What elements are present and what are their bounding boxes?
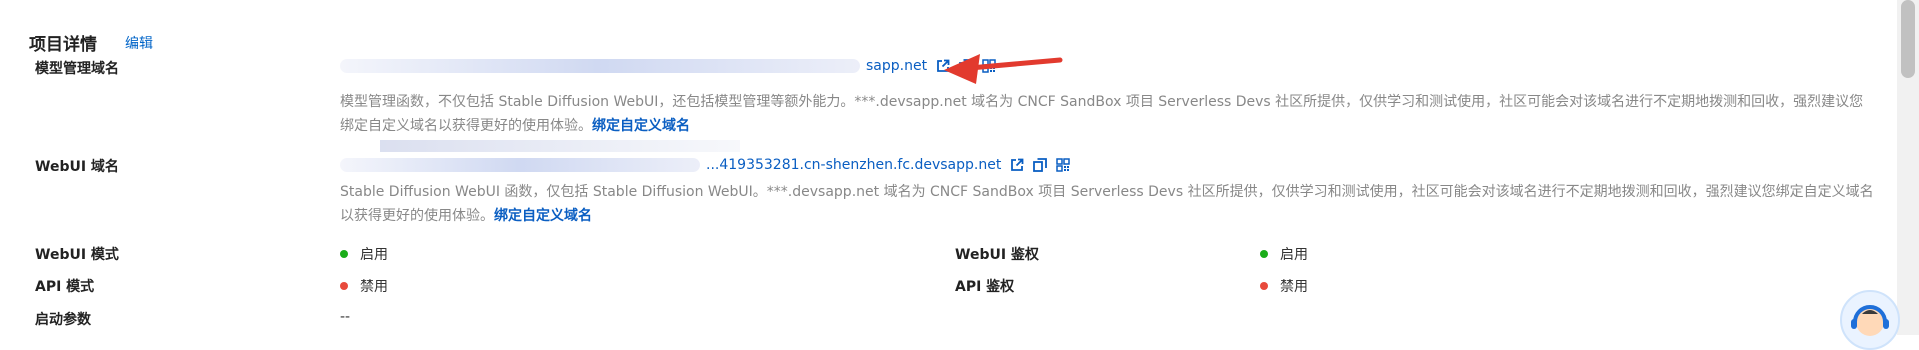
startup-args-value: --: [340, 309, 351, 325]
status-dot: [1260, 282, 1268, 290]
startup-args-label: 启动参数: [35, 312, 91, 328]
model-domain-row: sapp.net: [340, 55, 996, 77]
customer-service-avatar-icon[interactable]: [1840, 290, 1900, 350]
webui-domain-label: WebUI 域名: [35, 159, 119, 175]
status-dot: [340, 250, 348, 258]
status-dot: [1260, 250, 1268, 258]
bind-custom-domain-link[interactable]: 绑定自定义域名: [592, 118, 690, 134]
api-mode-status: 禁用: [340, 276, 388, 296]
webui-auth-label: WebUI 鉴权: [955, 247, 1039, 263]
api-mode-value: 禁用: [360, 279, 388, 295]
redacted-domain: [340, 59, 860, 73]
webui-domain-link[interactable]: ...419353281.cn-shenzhen.fc.devsapp.net: [706, 157, 1001, 173]
scrollbar-thumb[interactable]: [1901, 0, 1915, 78]
webui-auth-status: 启用: [1260, 244, 1308, 264]
edit-link[interactable]: 编辑: [125, 33, 153, 53]
model-domain-link[interactable]: sapp.net: [866, 58, 927, 74]
webui-auth-value: 启用: [1280, 247, 1308, 263]
model-domain-description-text: 模型管理函数，不仅包括 Stable Diffusion WebUI，还包括模型…: [340, 94, 1864, 134]
red-arrow-annotation: [944, 54, 1063, 84]
redacted-domain: [340, 158, 700, 172]
model-domain-label: 模型管理域名: [35, 61, 119, 77]
qr-code-icon[interactable]: [1056, 158, 1071, 172]
webui-mode-value: 启用: [360, 247, 388, 263]
webui-mode-label: WebUI 模式: [35, 247, 119, 263]
bind-custom-domain-link[interactable]: 绑定自定义域名: [494, 208, 592, 224]
page-title: 项目详情: [29, 35, 97, 55]
model-domain-description: 模型管理函数，不仅包括 Stable Diffusion WebUI，还包括模型…: [340, 90, 1870, 138]
vertical-scrollbar[interactable]: [1897, 0, 1919, 335]
api-mode-label: API 模式: [35, 279, 95, 295]
api-auth-value: 禁用: [1280, 279, 1308, 295]
status-dot: [340, 282, 348, 290]
webui-domain-description: Stable Diffusion WebUI 函数，仅包括 Stable Dif…: [340, 180, 1880, 228]
external-link-icon[interactable]: [1010, 158, 1024, 172]
api-auth-status: 禁用: [1260, 276, 1308, 296]
webui-domain-row: ...419353281.cn-shenzhen.fc.devsapp.net: [340, 154, 1071, 176]
api-auth-label: API 鉴权: [955, 279, 1015, 295]
copy-icon[interactable]: [1033, 158, 1048, 172]
webui-mode-status: 启用: [340, 244, 388, 264]
redaction-smudge: [380, 140, 740, 152]
